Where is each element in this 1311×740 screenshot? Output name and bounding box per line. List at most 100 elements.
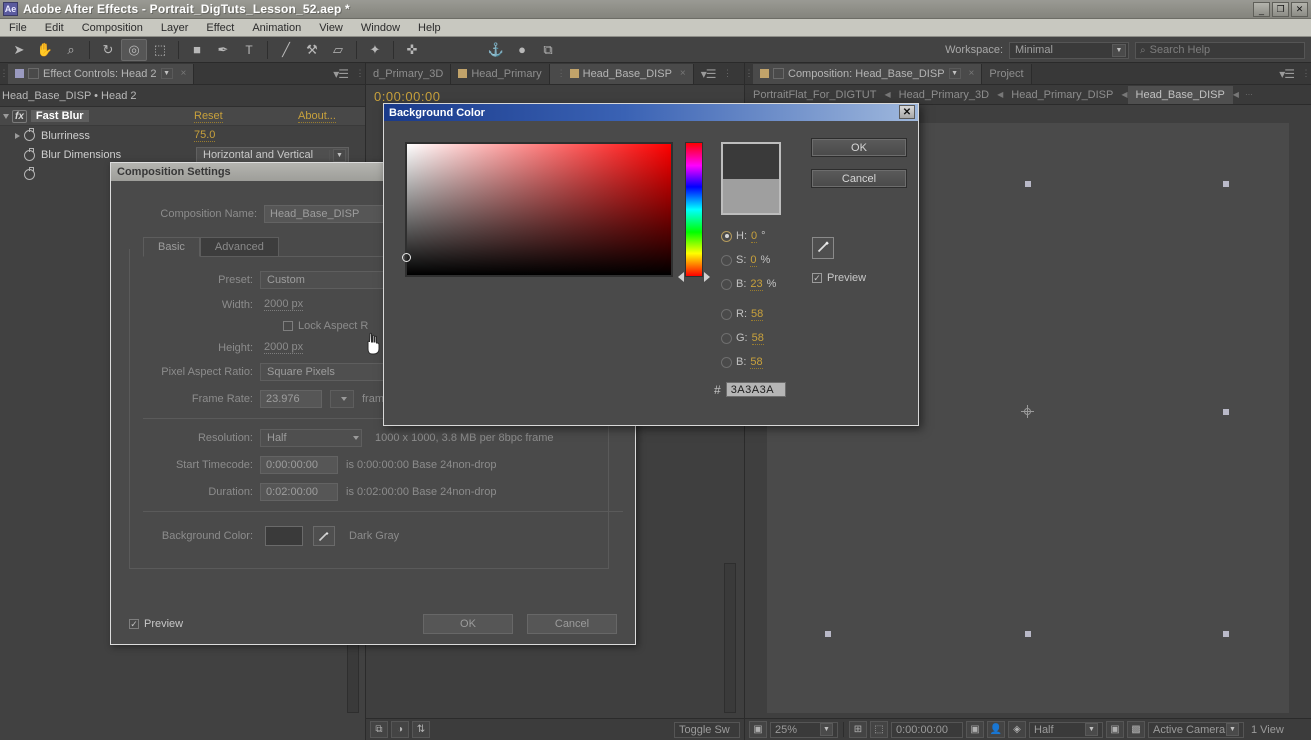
- eraser-tool-icon[interactable]: ▱: [325, 39, 351, 61]
- transfer-controls-icon[interactable]: ◑: [391, 721, 409, 738]
- chevron-down-icon[interactable]: ▼: [160, 68, 173, 79]
- close-icon[interactable]: ✕: [899, 105, 915, 119]
- restore-button[interactable]: ❐: [1272, 2, 1289, 17]
- snapshot-icon[interactable]: ▣: [966, 721, 984, 738]
- red-value[interactable]: 58: [751, 308, 764, 321]
- red-radio[interactable]: [721, 308, 732, 320]
- selection-handle[interactable]: [1223, 181, 1229, 187]
- tab-head-primary[interactable]: Head_Primary: [451, 63, 550, 84]
- stopwatch-icon[interactable]: [24, 128, 35, 141]
- brush-tool-icon[interactable]: ╱: [273, 39, 299, 61]
- grid-guides-icon[interactable]: ⊞: [849, 721, 867, 738]
- blue-radio[interactable]: [721, 356, 732, 368]
- channel-rgb-icon[interactable]: ◈: [1008, 721, 1026, 738]
- brightness-field-row[interactable]: B: 23 %: [721, 274, 776, 294]
- previous-color-swatch[interactable]: [723, 178, 779, 213]
- blur-dimensions-dropdown[interactable]: Horizontal and Vertical | ▼: [196, 147, 349, 163]
- menu-window[interactable]: Window: [352, 21, 409, 35]
- close-icon[interactable]: ×: [680, 68, 686, 79]
- effect-header-row[interactable]: fx Fast Blur Reset About...: [0, 107, 365, 126]
- tab-project[interactable]: Project: [982, 63, 1032, 84]
- search-help-input[interactable]: ⌕ Search Help: [1135, 41, 1305, 59]
- tab-composition[interactable]: Composition: Head_Base_DISP ▼ ×: [753, 63, 983, 84]
- close-icon[interactable]: ×: [969, 68, 975, 79]
- graph-editor-icon[interactable]: ⇅: [412, 721, 430, 738]
- eyedropper-button[interactable]: [812, 237, 834, 259]
- region-of-interest-icon[interactable]: ⬚: [870, 721, 888, 738]
- tab-basic[interactable]: Basic: [143, 237, 200, 257]
- hue-value[interactable]: 0: [751, 230, 758, 243]
- layer-switches-icon[interactable]: ⧉: [370, 721, 388, 738]
- menu-layer[interactable]: Layer: [152, 21, 198, 35]
- stopwatch-icon[interactable]: [24, 167, 35, 180]
- frame-rate-input[interactable]: 23.976: [260, 390, 322, 408]
- hue-radio[interactable]: [721, 230, 732, 242]
- menu-animation[interactable]: Animation: [243, 21, 310, 35]
- region-toggle-icon[interactable]: ▣: [1106, 721, 1124, 738]
- tab-effect-controls[interactable]: Effect Controls: Head 2 ▼ ×: [8, 63, 195, 84]
- red-field-row[interactable]: R: 58: [721, 304, 764, 324]
- selection-handle[interactable]: [1223, 409, 1229, 415]
- type-tool-icon[interactable]: T: [236, 39, 262, 61]
- clone-stamp-tool-icon[interactable]: ⚒: [299, 39, 325, 61]
- zoom-level-select[interactable]: 25% ▼: [770, 721, 838, 738]
- eyedropper-icon[interactable]: [313, 526, 335, 546]
- workspace-select[interactable]: Minimal ▼: [1009, 41, 1129, 59]
- shape-tool-icon[interactable]: ■: [184, 39, 210, 61]
- chevron-down-icon[interactable]: ▼: [333, 148, 346, 162]
- show-snapshot-icon[interactable]: 👤: [987, 721, 1005, 738]
- comp-tab-portraitflat[interactable]: PortraitFlat_For_DIGTUT: [745, 86, 884, 104]
- puppet-pin-tool-icon[interactable]: ✜: [399, 39, 425, 61]
- effect-expand-icon[interactable]: [0, 113, 12, 119]
- selection-handle[interactable]: [1025, 631, 1031, 637]
- resolution-select[interactable]: Half: [260, 429, 362, 447]
- timeline-scrollbar-right[interactable]: [724, 563, 736, 713]
- viewer-timecode[interactable]: 0:00:00:00: [891, 721, 963, 738]
- property-row-blurriness[interactable]: Blurriness 75.0: [0, 126, 365, 145]
- preview-checkbox[interactable]: ✓: [129, 619, 139, 629]
- orbit-camera-tool-icon[interactable]: ◎: [121, 38, 147, 61]
- panel-menu-icon[interactable]: ▾☰: [326, 67, 355, 81]
- minimize-button[interactable]: _: [1253, 2, 1270, 17]
- chevron-down-icon[interactable]: ▼: [1112, 43, 1126, 57]
- chevron-down-icon[interactable]: ▼: [820, 723, 833, 736]
- duration-input[interactable]: 0:02:00:00: [260, 483, 338, 501]
- roto-brush-tool-icon[interactable]: ✦: [362, 39, 388, 61]
- stopwatch-icon[interactable]: [24, 147, 35, 161]
- menu-help[interactable]: Help: [409, 21, 450, 35]
- selection-handle[interactable]: [825, 631, 831, 637]
- menu-edit[interactable]: Edit: [36, 21, 73, 35]
- close-icon[interactable]: ×: [181, 68, 187, 79]
- start-timecode-input[interactable]: 0:00:00:00: [260, 456, 338, 474]
- composition-settings-ok-button[interactable]: OK: [423, 614, 513, 634]
- green-value[interactable]: 58: [751, 332, 764, 345]
- property-value-blurriness[interactable]: 75.0: [194, 129, 216, 142]
- height-input[interactable]: 2000 px: [264, 341, 304, 354]
- menu-composition[interactable]: Composition: [73, 21, 152, 35]
- color-field-marker[interactable]: [402, 253, 411, 262]
- reset-button[interactable]: Reset: [194, 110, 223, 123]
- hue-slider[interactable]: [685, 142, 703, 277]
- background-color-ok-button[interactable]: OK: [811, 138, 907, 157]
- selection-handle[interactable]: [1025, 181, 1031, 187]
- rotation-tool-icon[interactable]: ↻: [95, 39, 121, 61]
- close-button[interactable]: ✕: [1291, 2, 1308, 17]
- comp-tab-head-primary-disp[interactable]: Head_Primary_DISP: [1003, 86, 1121, 104]
- menu-effect[interactable]: Effect: [197, 21, 243, 35]
- mask-icon[interactable]: ⧉: [535, 39, 561, 61]
- comp-tab-head-primary-3d[interactable]: Head_Primary_3D: [891, 86, 997, 104]
- property-expand-icon[interactable]: [0, 132, 24, 139]
- tab-head-base-disp[interactable]: ⋮ Head_Base_DISP ×: [549, 63, 694, 84]
- chevron-down-icon[interactable]: ▼: [948, 68, 961, 79]
- always-preview-icon[interactable]: ▣: [749, 721, 767, 738]
- green-field-row[interactable]: G: 58: [721, 328, 764, 348]
- chevron-down-icon[interactable]: ▼: [1085, 723, 1098, 736]
- blue-value[interactable]: 58: [750, 356, 763, 369]
- panel-menu-icon[interactable]: ▾☰: [1272, 67, 1301, 81]
- lock-aspect-checkbox[interactable]: [283, 321, 293, 331]
- brightness-radio[interactable]: [721, 278, 732, 290]
- preview-checkbox-row[interactable]: ✓ Preview: [812, 272, 866, 284]
- green-radio[interactable]: [721, 332, 732, 344]
- lock-icon[interactable]: [28, 68, 39, 79]
- comp-tab-head-base-disp[interactable]: Head_Base_DISP: [1127, 85, 1233, 104]
